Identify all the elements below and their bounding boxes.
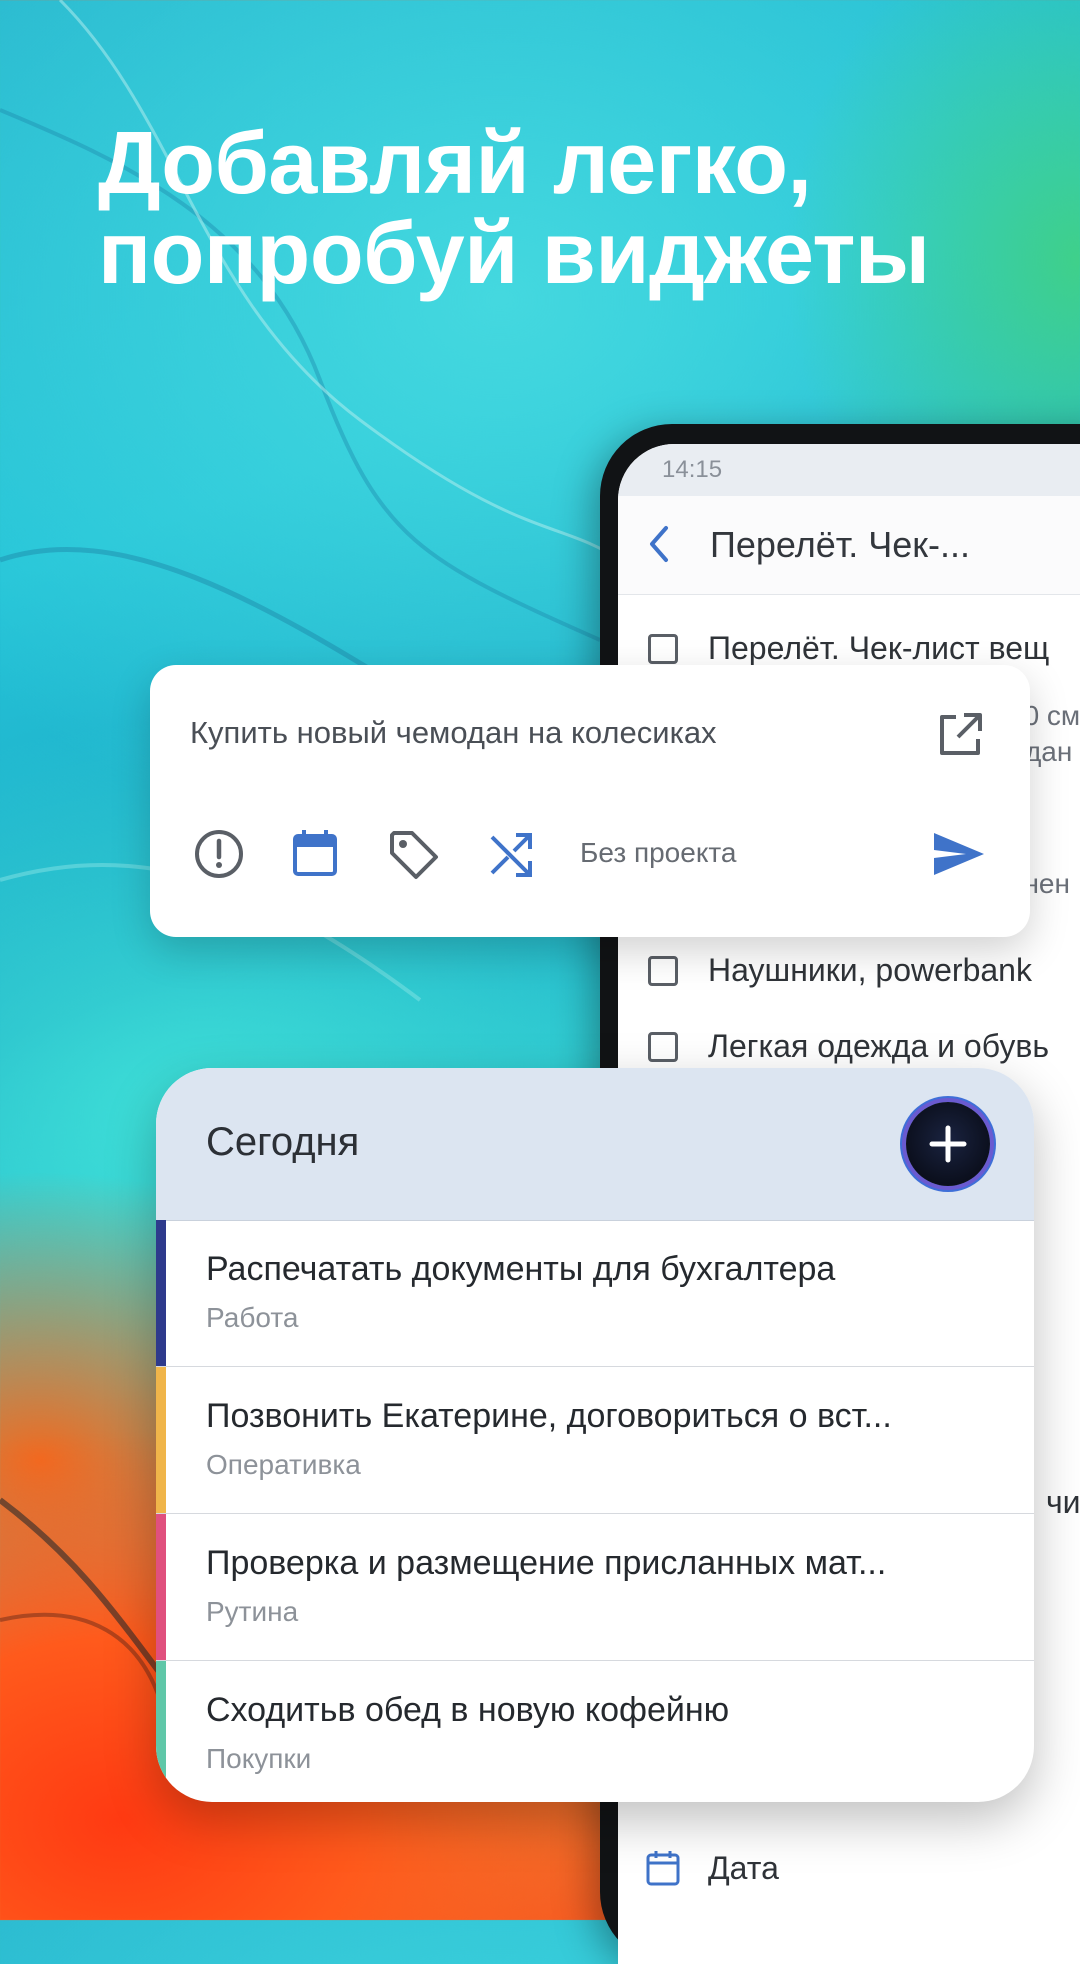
task-title: Позвонить Екатерине, договориться о вст.… (206, 1397, 892, 1435)
plus-icon (929, 1125, 967, 1163)
project-selector[interactable]: Без проекта (580, 837, 736, 869)
quick-add-widget: Купить новый чемодан на колесиках Без пр… (150, 665, 1030, 937)
task-input[interactable]: Купить новый чемодан на колесиках (190, 715, 717, 751)
checkbox[interactable] (648, 1032, 678, 1062)
checklist-row[interactable]: Наушники, powerbank (618, 944, 1080, 1004)
today-title: Сегодня (206, 1120, 360, 1164)
today-header: Сегодня (156, 1068, 1034, 1221)
headline-line-1: Добавляй легко, (98, 113, 812, 212)
checklist-item-text: Наушники, powerbank (708, 952, 1032, 988)
checklist-item-text: Перелёт. Чек-лист вещ (708, 630, 1050, 666)
project-color-bar (156, 1220, 166, 1366)
headline: Добавляй легко, попробуй виджеты (98, 118, 930, 298)
priority-icon[interactable] (192, 827, 246, 881)
date-label: Дата (708, 1850, 779, 1886)
tag-icon[interactable] (386, 827, 440, 881)
project-color-bar (156, 1661, 166, 1802)
today-widget: Сегодня Распечатать документы для бухгал… (156, 1068, 1034, 1802)
back-arrow-icon[interactable] (644, 524, 674, 564)
task-project: Оперативка (206, 1449, 361, 1480)
project-color-bar (156, 1367, 166, 1513)
task-row[interactable]: Распечатать документы для бухгалтера Раб… (156, 1220, 1034, 1367)
app-bar: Перелёт. Чек-... (618, 496, 1080, 595)
task-title: Распечатать документы для бухгалтера (206, 1250, 836, 1288)
send-icon[interactable] (932, 829, 986, 879)
checklist-item-text: Легкая одежда и обувь (708, 1028, 1050, 1064)
task-project: Работа (206, 1302, 299, 1333)
open-external-icon[interactable] (934, 709, 986, 761)
task-title: Проверка и размещение присланных мат... (206, 1544, 887, 1582)
project-color-bar (156, 1514, 166, 1660)
headline-line-2: попробуй виджеты (98, 203, 930, 302)
task-row[interactable]: Проверка и размещение присланных мат... … (156, 1514, 1034, 1661)
checkbox[interactable] (648, 956, 678, 986)
task-row[interactable]: Позвонить Екатерине, договориться о вст.… (156, 1367, 1034, 1514)
task-project: Покупки (206, 1743, 312, 1774)
status-bar: 14:15 (618, 444, 1080, 496)
task-title: Сходитьв обед в новую кофейню (206, 1691, 730, 1729)
calendar-icon[interactable] (288, 827, 342, 881)
partial-text: чик (1046, 1484, 1080, 1520)
page-title: Перелёт. Чек-... (710, 524, 971, 565)
add-task-button[interactable] (906, 1102, 990, 1186)
calendar-icon (646, 1851, 680, 1886)
checkbox[interactable] (648, 634, 678, 664)
shuffle-icon[interactable] (484, 827, 538, 881)
date-row[interactable]: Дата (618, 1842, 1080, 1902)
status-time: 14:15 (662, 456, 723, 483)
task-row[interactable]: Сходитьв обед в новую кофейню Покупки (156, 1661, 1034, 1802)
task-project: Рутина (206, 1596, 299, 1627)
